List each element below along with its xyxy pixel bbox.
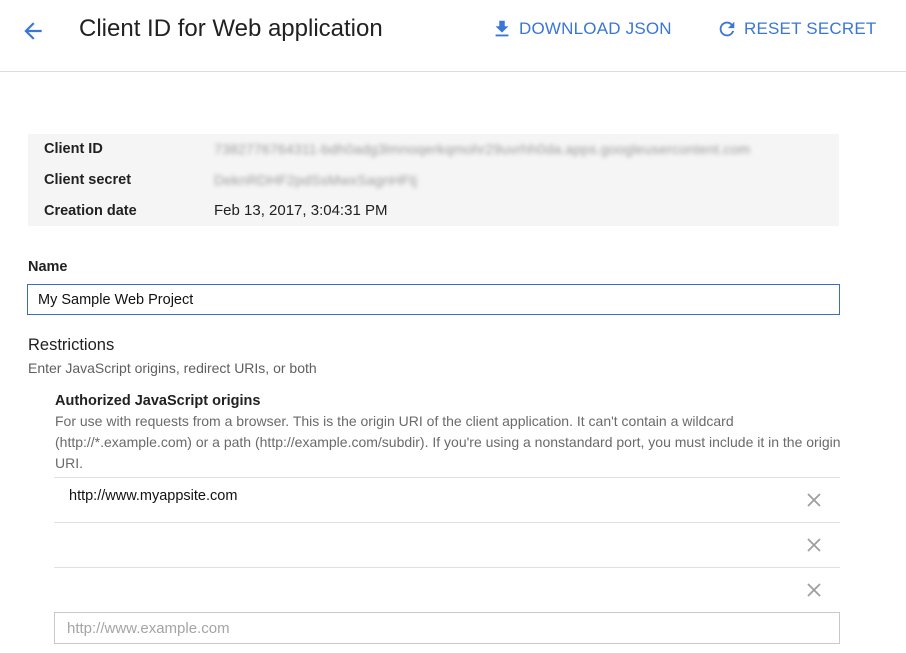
- origin-uri-text[interactable]: http://www.myappsite.com: [69, 488, 237, 504]
- reset-secret-label: RESET SECRET: [744, 19, 877, 38]
- client-secret-label: Client secret: [44, 171, 132, 188]
- client-secret-row: Client secret DeknRDHF2pdSsMwxSagnHFtj: [28, 164, 839, 195]
- list-item: http://www.myappsite.com: [54, 477, 840, 522]
- js-origins-description: For use with requests from a browser. Th…: [55, 413, 841, 471]
- creation-date-label: Creation date: [44, 202, 137, 219]
- name-input[interactable]: [27, 284, 840, 315]
- oauth-client-page: Client ID for Web application DOWNLOAD J…: [0, 0, 906, 653]
- back-button[interactable]: [18, 16, 48, 46]
- creation-date-value: Feb 13, 2017, 3:04:31 PM: [214, 202, 388, 219]
- restrictions-title: Restrictions: [28, 336, 115, 354]
- creation-date-row: Creation date Feb 13, 2017, 3:04:31 PM: [28, 195, 839, 226]
- reset-secret-button[interactable]: RESET SECRET: [716, 16, 876, 42]
- close-icon[interactable]: [806, 537, 822, 553]
- download-json-button[interactable]: DOWNLOAD JSON: [491, 16, 672, 42]
- list-item: [54, 567, 840, 612]
- refresh-icon: [719, 21, 735, 37]
- js-origins-title: Authorized JavaScript origins: [55, 393, 261, 409]
- page-title: Client ID for Web application: [79, 15, 383, 42]
- list-item: [54, 522, 840, 567]
- client-info-table: Client ID 7382776764311-bdh0adg3lmnoqerk…: [28, 134, 839, 226]
- close-icon[interactable]: [806, 582, 822, 598]
- page-header: Client ID for Web application DOWNLOAD J…: [0, 0, 906, 72]
- client-id-row: Client ID 7382776764311-bdh0adg3lmnoqerk…: [28, 134, 839, 164]
- arrow-back-icon: [24, 22, 42, 40]
- new-origin-input[interactable]: [54, 612, 840, 644]
- restrictions-subtitle: Enter JavaScript origins, redirect URIs,…: [28, 360, 317, 376]
- name-label: Name: [28, 259, 68, 275]
- client-id-value: 7382776764311-bdh0adg3lmnoqerkqmohr29uvr…: [214, 141, 751, 157]
- client-secret-value: DeknRDHF2pdSsMwxSagnHFtj: [214, 171, 418, 188]
- download-icon: [495, 20, 509, 37]
- download-json-label: DOWNLOAD JSON: [519, 19, 672, 38]
- close-icon[interactable]: [806, 492, 822, 508]
- js-origins-list: http://www.myappsite.com: [54, 477, 840, 612]
- client-id-label: Client ID: [44, 141, 103, 157]
